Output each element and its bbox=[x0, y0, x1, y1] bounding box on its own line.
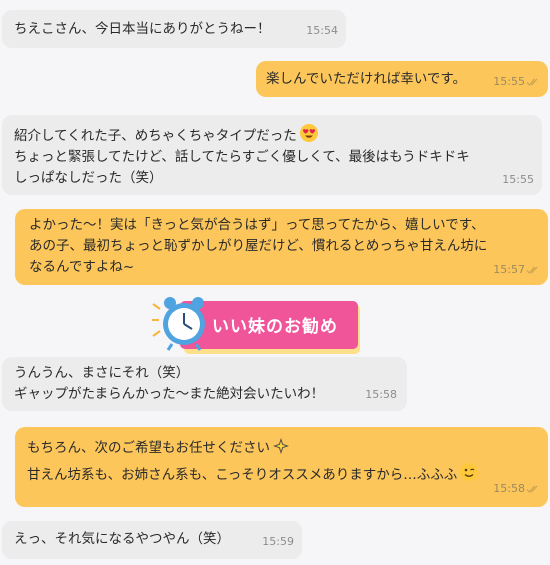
double-check-icon bbox=[526, 485, 538, 493]
message-text: もちろん、次のご希望もお任せください bbox=[27, 440, 270, 456]
message-bubble-incoming[interactable]: ちえこさん、今日本当にありがとうねー！ 15:54 bbox=[2, 10, 346, 48]
message-time: 15:59 bbox=[262, 535, 294, 548]
message-bubble-incoming[interactable]: えっ、それ気になるやつやん（笑） 15:59 bbox=[2, 521, 302, 559]
message-text: うんうん、まさにそれ（笑） ギャップがたまらんかった～また絶対会いたいわ！ bbox=[14, 365, 325, 402]
double-check-icon bbox=[526, 266, 538, 274]
message-bubble-outgoing[interactable]: もちろん、次のご希望もお任せください 甘えん坊系も、お姉さん系も、こっそりオスス… bbox=[15, 427, 548, 507]
message-time: 15:57 bbox=[493, 259, 540, 280]
sticker-label: いい妹のお勧め bbox=[212, 317, 338, 337]
message-time: 15:55 bbox=[493, 71, 540, 92]
message-time: 15:58 bbox=[493, 475, 540, 502]
message-text: よかった〜！実は「きっと気が合うはず」って思ってたから、嬉しいです、 あの子、最… bbox=[29, 217, 488, 275]
message-bubble-incoming[interactable]: うんうん、まさにそれ（笑） ギャップがたまらんかった～また絶対会いたいわ！ 15… bbox=[2, 357, 407, 411]
message-time: 15:55 bbox=[502, 173, 534, 186]
sticker[interactable]: いい妹のお勧め bbox=[150, 296, 365, 358]
wink-emoji-icon bbox=[460, 463, 479, 481]
message-bubble-incoming[interactable]: 紹介してくれた子、めちゃくちゃタイプだった ちょっと緊張してたけど、話してたらす… bbox=[2, 115, 542, 195]
message-text: えっ、それ気になるやつやん（笑） bbox=[14, 531, 230, 547]
message-text: ちえこさん、今日本当にありがとうねー！ bbox=[14, 21, 271, 37]
sparkles-emoji-icon bbox=[273, 438, 289, 454]
message-time: 15:58 bbox=[365, 388, 397, 401]
message-text-continued: 甘えん坊系も、お姉さん系も、こっそりオススメありますから…ふふふ bbox=[27, 467, 458, 483]
message-text: 紹介してくれた子、めちゃくちゃタイプだった bbox=[14, 128, 297, 144]
message-bubble-outgoing[interactable]: 楽しんでいただければ幸いです。 15:55 bbox=[256, 61, 548, 97]
message-bubble-outgoing[interactable]: よかった〜！実は「きっと気が合うはず」って思ってたから、嬉しいです、 あの子、最… bbox=[15, 209, 548, 285]
double-check-icon bbox=[526, 78, 538, 86]
message-text-continued: ちょっと緊張してたけど、話してたらすごく優しくて、最後はもうドキドキ しっぱなし… bbox=[14, 149, 470, 186]
message-text: 楽しんでいただければ幸いです。 bbox=[266, 71, 467, 87]
message-time: 15:54 bbox=[306, 24, 338, 37]
heart-eyes-emoji-icon bbox=[299, 124, 318, 142]
